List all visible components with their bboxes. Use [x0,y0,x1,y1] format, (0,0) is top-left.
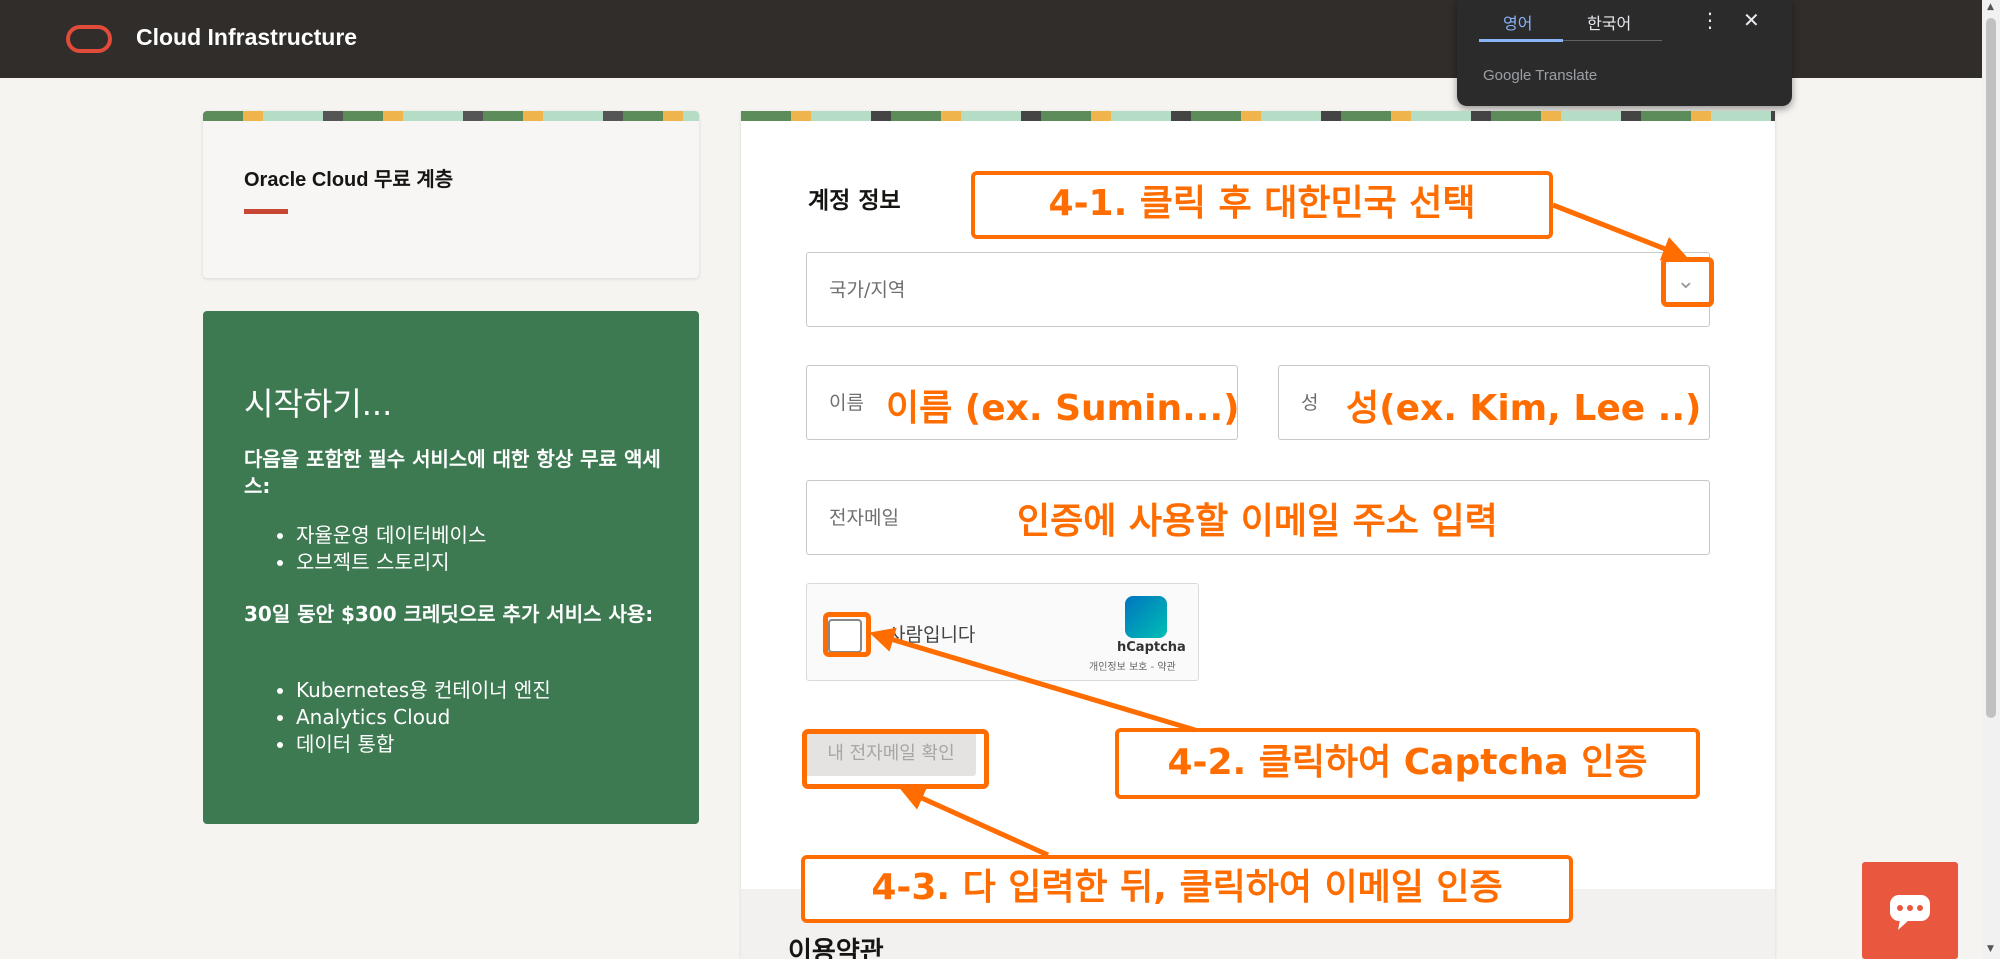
free-tier-title: Oracle Cloud 무료 계층 [244,169,454,191]
annotation-highlight-chevron [1661,257,1714,307]
section-title: 계정 정보 [808,188,901,214]
brand-title: Cloud Infrastructure [136,24,358,50]
list-item: Kubernetes용 컨테이너 엔진 [296,677,551,704]
translate-tab-indicator [1479,39,1563,42]
chat-button[interactable] [1862,862,1958,959]
translate-tab-target[interactable]: 한국어 [1587,10,1631,34]
scroll-up-icon[interactable]: ▲ [1987,2,1994,12]
scroll-down-icon[interactable]: ▼ [1987,944,1994,954]
translate-tab-source[interactable]: 영어 [1503,10,1532,34]
country-label: 국가/지역 [829,279,906,301]
free-tier-card: Oracle Cloud 무료 계층 [203,111,699,278]
scrollbar[interactable]: ▲ ▼ [1982,0,2000,959]
annotation-country: 4-1. 클릭 후 대한민국 선택 [971,171,1553,239]
country-select[interactable]: 국가/지역 ⌄ [806,252,1710,327]
annotation-email: 인증에 사용할 이메일 주소 입력 [1017,501,1498,542]
credit-text: 30일 동안 $300 크레딧으로 추가 서비스 사용: [244,602,654,626]
last-name-label: 성 [1301,392,1319,414]
annotation-first-name: 이름 (ex. Sumin...) [886,388,1240,429]
chat-icon [1890,895,1930,930]
google-translate-popup: 영어 한국어 ⋮ ✕ Google Translate [1457,0,1792,106]
translate-footer: Google Translate [1483,67,1598,84]
decorative-stripe [203,111,699,121]
annotation-highlight-verify [802,729,989,789]
list-item: 데이터 통합 [296,731,551,758]
getting-started-card: 시작하기... 다음을 포함한 필수 서비스에 대한 항상 무료 액세스: 자율… [203,311,699,824]
list-item: 오브젝트 스토리지 [296,549,486,576]
hcaptcha-logo-icon [1125,596,1167,638]
email-label: 전자메일 [829,507,899,529]
annotation-last-name: 성(ex. Kim, Lee ..) [1346,388,1702,429]
title-underline [244,209,288,214]
always-free-list: 자율운영 데이터베이스 오브젝트 스토리지 [296,522,486,576]
getting-started-heading: 시작하기... [244,385,393,423]
list-item: Analytics Cloud [296,704,551,731]
close-icon[interactable]: ✕ [1743,8,1760,32]
list-item: 자율운영 데이터베이스 [296,522,486,549]
annotation-captcha: 4-2. 클릭하여 Captcha 인증 [1115,728,1700,799]
captcha-label: 사람입니다 [888,624,976,646]
hcaptcha-links[interactable]: 개인정보 보호 - 약관 [1089,658,1176,673]
oracle-logo-icon[interactable] [66,25,112,53]
annotation-verify: 4-3. 다 입력한 뒤, 클릭하여 이메일 인증 [801,855,1573,923]
more-options-icon[interactable]: ⋮ [1700,8,1720,32]
scrollbar-thumb[interactable] [1986,18,1996,718]
annotation-highlight-checkbox [823,612,871,657]
decorative-stripe [741,111,1775,121]
first-name-label: 이름 [829,392,864,414]
terms-heading: 이용약관 [788,937,884,959]
hcaptcha-brand: hCaptcha [1117,640,1186,655]
always-free-text: 다음을 포함한 필수 서비스에 대한 항상 무료 액세스: [244,447,661,498]
credit-list: Kubernetes용 컨테이너 엔진 Analytics Cloud 데이터 … [296,677,551,758]
